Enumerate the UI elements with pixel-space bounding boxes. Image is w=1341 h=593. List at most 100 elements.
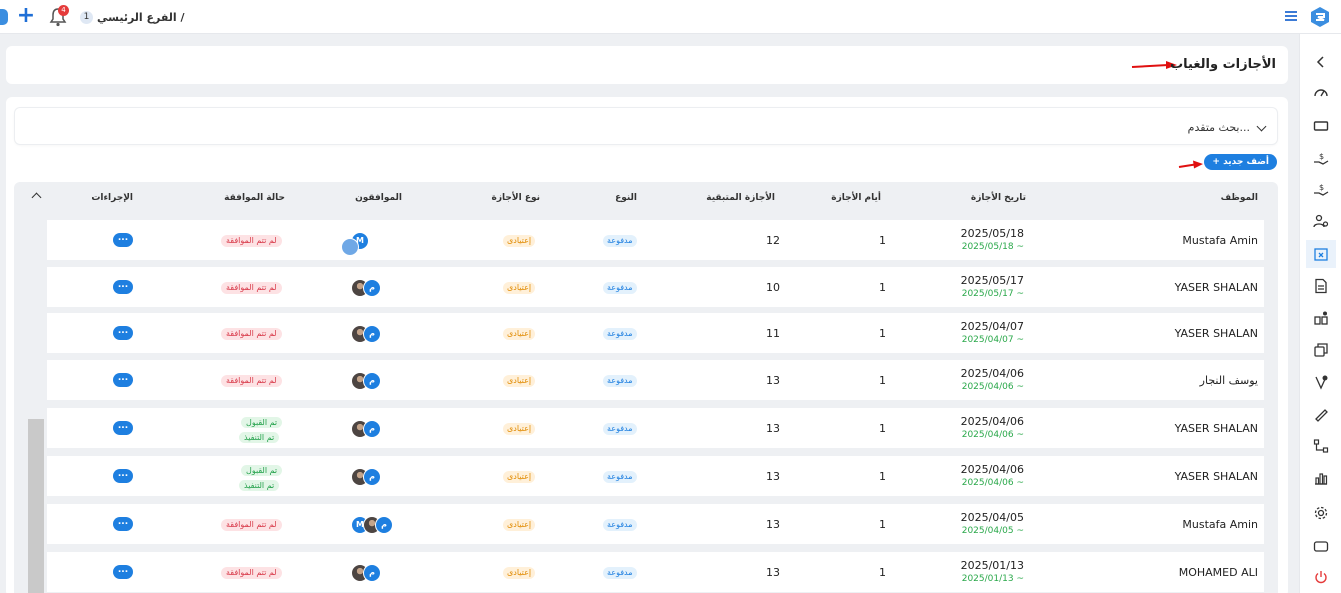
avatar[interactable]: م — [363, 325, 381, 343]
add-new-button[interactable]: + أضف جديد — [1204, 154, 1277, 170]
approvers-avatars[interactable]: م — [351, 325, 381, 343]
sidebar-item-settings[interactable] — [1306, 499, 1336, 527]
sidebar-item-dashboard[interactable] — [1306, 79, 1336, 107]
col-procedures[interactable]: الإجراءات — [91, 193, 133, 203]
remaining-days: 13 — [766, 518, 780, 531]
row-actions-button[interactable]: ... — [113, 565, 133, 579]
remaining-days: 13 — [766, 566, 780, 579]
col-leave-days[interactable]: أيام الأجازة — [831, 193, 881, 203]
sidebar-item-loans[interactable]: $ — [1306, 175, 1336, 203]
paid-type-badge: مدفوعة — [603, 328, 637, 340]
leave-type-badge: إعتيادى — [503, 423, 536, 435]
cards-icon — [1314, 343, 1328, 357]
approvers-avatars[interactable]: م — [351, 279, 381, 297]
table-row[interactable]: يوسف النجار 2025/04/06 2025/04/06 ~ 1 13 مدفو… — [47, 360, 1264, 400]
power-icon — [1315, 571, 1327, 584]
row-actions-button[interactable]: ... — [113, 326, 133, 340]
advanced-search-toggle[interactable]: بحث متقدم... — [1188, 121, 1267, 134]
avatar[interactable]: م — [363, 279, 381, 297]
approval-status-badge: لم تتم الموافقة — [221, 282, 282, 294]
app-logo-icon — [1311, 7, 1329, 27]
leave-date-to: 2025/01/13 ~ — [961, 574, 1024, 584]
branch-count-badge: 1 — [80, 10, 93, 24]
sidebar-collapse-button[interactable] — [1306, 48, 1336, 76]
approvers-avatars[interactable]: مM — [351, 516, 393, 534]
sidebar-item-documents[interactable] — [1306, 272, 1336, 300]
approval-status-badge: لم تتم الموافقة — [221, 235, 282, 247]
sidebar-item-payroll[interactable]: $ — [1306, 144, 1336, 172]
approvers-avatars[interactable]: م — [351, 564, 381, 582]
table-row[interactable]: MOHAMED ALI 2025/01/13 2025/01/13 ~ 1 13 مدفو… — [47, 552, 1264, 592]
table-row[interactable]: YASER SHALAN 2025/04/07 2025/04/07 ~1 11 مدف… — [47, 313, 1264, 353]
avatar[interactable]: م — [375, 516, 393, 534]
avatar[interactable]: م — [363, 420, 381, 438]
col-approvers[interactable]: الموافقون — [355, 193, 402, 203]
table-row[interactable]: Mustafa Amin 2025/04/05 2025/04/05 ~ 1 13 مدف… — [47, 504, 1264, 544]
sidebar-item-reports[interactable] — [1306, 464, 1336, 492]
breadcrumb[interactable]: 1 الفرع الرئيسي / — [76, 9, 185, 25]
quick-add-button[interactable]: + — [14, 5, 38, 29]
table-row[interactable]: YASER SHALAN 2025/04/06 2025/04/06 ~ 1 13 مدف… — [47, 408, 1264, 448]
avatar[interactable] — [341, 238, 359, 256]
avatar[interactable]: م — [363, 372, 381, 390]
leave-date-to: 2025/04/06 ~ — [961, 382, 1024, 392]
avatar[interactable]: م — [363, 564, 381, 582]
col-leave-date[interactable]: تاريخ الأجازة — [971, 193, 1026, 203]
leaves-table: الموظف تاريخ الأجازة أيام الأجازة الأجاز… — [14, 182, 1278, 593]
advanced-search-panel[interactable]: بحث متقدم... — [14, 107, 1278, 145]
remaining-days: 12 — [766, 234, 780, 247]
row-actions-button[interactable]: ... — [113, 421, 133, 435]
approval-status-badge: لم تتم الموافقة — [221, 375, 282, 387]
leave-date-from: 2025/04/06 — [960, 463, 1024, 476]
leave-date-to: 2025/05/18 ~ — [961, 242, 1024, 252]
scrollbar-thumb[interactable] — [28, 419, 44, 593]
right-sidebar: $ $ — [1299, 34, 1341, 593]
breadcrumb-branch[interactable]: الفرع الرئيسي / — [97, 11, 185, 24]
col-approval-status[interactable]: حالة الموافقة — [224, 193, 285, 203]
sidebar-item-tickets[interactable] — [1306, 112, 1336, 140]
row-actions-button[interactable]: ... — [113, 280, 133, 294]
sidebar-item-leaves[interactable] — [1306, 240, 1336, 268]
table-scrollbar[interactable] — [28, 214, 44, 593]
remaining-days: 10 — [766, 281, 780, 294]
collapsed-panel-icon[interactable] — [0, 9, 8, 25]
sidebar-item-logout[interactable] — [1306, 563, 1336, 591]
row-actions-button[interactable]: ... — [113, 517, 133, 531]
row-actions-button[interactable]: ... — [113, 373, 133, 387]
table-body: Mustafa Amin 2025/05/18 2025/05/18 ~ 1 12 مدف… — [47, 214, 1264, 593]
row-actions-button[interactable]: ... — [113, 233, 133, 247]
col-remaining[interactable]: الأجازة المتبقية — [706, 193, 775, 203]
sidebar-item-display[interactable] — [1306, 532, 1336, 560]
sidebar-item-hierarchy[interactable] — [1306, 432, 1336, 460]
col-employee[interactable]: الموظف — [1221, 193, 1258, 203]
hand-money-icon: $ — [1314, 152, 1329, 165]
menu-icon[interactable] — [1285, 11, 1297, 21]
sidebar-item-certificates[interactable] — [1306, 368, 1336, 396]
col-leave-type[interactable]: نوع الأجازة — [492, 193, 540, 203]
approvers-avatars[interactable]: م — [351, 372, 381, 390]
sidebar-item-apps[interactable] — [1306, 304, 1336, 332]
table-row[interactable]: YASER SHALAN 2025/04/06 2025/04/06 ~ 1 13 مدف… — [47, 456, 1264, 496]
approvers-avatars[interactable]: M — [341, 232, 369, 256]
table-row[interactable]: Mustafa Amin 2025/05/18 2025/05/18 ~ 1 12 مدف… — [47, 220, 1264, 260]
employee-name: Mustafa Amin — [1182, 234, 1258, 247]
paid-type-badge: مدفوعة — [603, 423, 637, 435]
avatar[interactable]: م — [363, 468, 381, 486]
leave-type-badge: إعتيادى — [503, 471, 536, 483]
ticket-icon — [1313, 121, 1329, 131]
sidebar-item-employees[interactable] — [1306, 207, 1336, 235]
sidebar-item-cards[interactable] — [1306, 336, 1336, 364]
leave-type-badge: إعتيادى — [503, 519, 536, 531]
leave-date-to: 2025/04/07 ~ — [961, 335, 1024, 345]
table-row[interactable]: YASER SHALAN 2025/05/17 2025/05/17 ~ 1 10 مدف… — [47, 267, 1264, 307]
col-type[interactable]: النوع — [615, 193, 637, 203]
approvers-avatars[interactable]: م — [351, 468, 381, 486]
remaining-days: 11 — [766, 327, 780, 340]
chevron-down-icon — [1256, 121, 1267, 131]
chevron-up-icon[interactable] — [31, 192, 42, 203]
sidebar-item-signatures[interactable] — [1306, 400, 1336, 428]
row-actions-button[interactable]: ... — [113, 469, 133, 483]
chevron-left-icon — [1316, 56, 1324, 68]
leave-type-badge: إعتيادى — [503, 282, 536, 294]
approvers-avatars[interactable]: م — [351, 420, 381, 438]
